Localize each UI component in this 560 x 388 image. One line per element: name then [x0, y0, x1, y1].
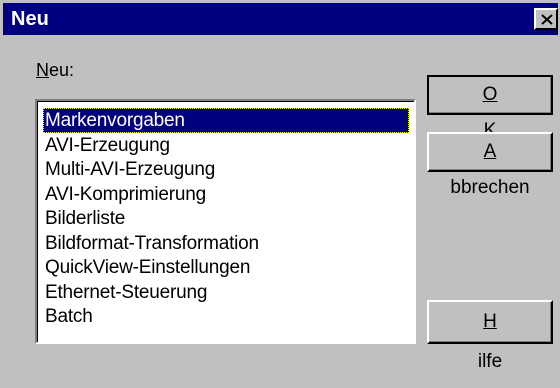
close-button[interactable] — [534, 8, 558, 30]
list-item-ethernet-steuerung[interactable]: Ethernet-Steuerung — [43, 280, 209, 305]
list-item-bilderliste[interactable]: Bilderliste — [43, 206, 127, 231]
list-item-avi-erzeugung[interactable]: AVI-Erzeugung — [43, 133, 172, 158]
list-item-multi-avi-erzeugung[interactable]: Multi-AVI-Erzeugung — [43, 157, 217, 182]
list-label: Neu: — [36, 60, 75, 80]
cancel-button-label: Abbrechen — [450, 141, 530, 198]
list-item-avi-komprimierung[interactable]: AVI-Komprimierung — [43, 182, 208, 207]
new-dialog: Neu Neu: Markenvorgaben AVI-Erzeugung Mu… — [0, 0, 560, 388]
listbox-frame: Markenvorgaben AVI-Erzeugung Multi-AVI-E… — [37, 101, 414, 342]
list-item-markenvorgaben[interactable]: Markenvorgaben — [43, 108, 409, 133]
list-item-batch[interactable]: Batch — [43, 304, 95, 329]
ok-button[interactable]: OK — [427, 75, 553, 141]
window-title: Neu — [11, 8, 49, 30]
list-item-bildformat-transformation[interactable]: Bildformat-Transformation — [43, 231, 261, 256]
help-button-label: Hilfe — [477, 311, 503, 372]
list-item-quickview-einstellungen[interactable]: QuickView-Einstellungen — [43, 255, 252, 280]
cancel-button[interactable]: Abbrechen — [427, 132, 553, 198]
help-button[interactable]: Hilfe — [427, 300, 553, 372]
close-icon — [541, 14, 553, 25]
type-listbox[interactable]: Markenvorgaben AVI-Erzeugung Multi-AVI-E… — [35, 99, 416, 344]
title-bar[interactable]: Neu — [3, 3, 558, 35]
